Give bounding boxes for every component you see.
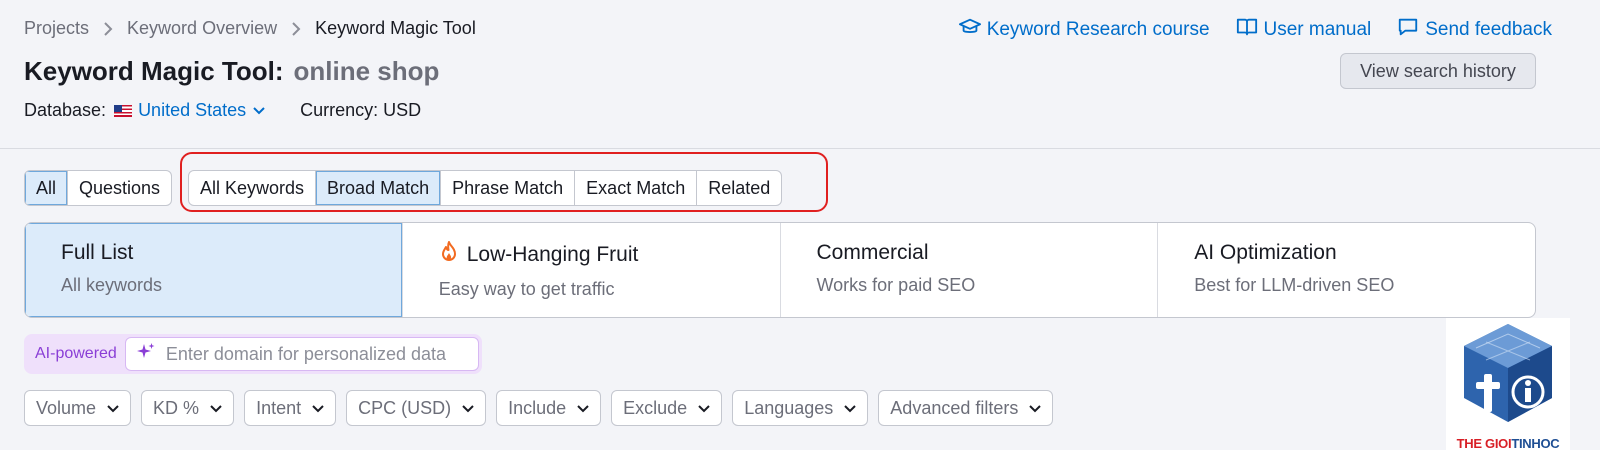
list-type-cards: Full List All keywords Low-Hanging Fruit… <box>24 222 1536 318</box>
chevron-down-icon <box>311 398 325 419</box>
fire-icon <box>439 241 459 269</box>
filter-label: Volume <box>36 397 97 418</box>
header-divider <box>0 148 1600 149</box>
toggle-broad-match[interactable]: Broad Match <box>316 171 442 205</box>
card-title: Full List <box>61 241 134 264</box>
chevron-down-icon <box>461 398 475 419</box>
card-commercial[interactable]: Commercial Works for paid SEO <box>781 223 1159 317</box>
card-subtitle: All keywords <box>61 275 163 295</box>
domain-input-placeholder: Enter domain for personalized data <box>165 343 446 364</box>
filter-kd[interactable]: KD % <box>141 390 235 426</box>
toggle-all-keywords[interactable]: All Keywords <box>189 171 317 205</box>
card-low-hanging-fruit[interactable]: Low-Hanging Fruit Easy way to get traffi… <box>403 223 781 317</box>
feedback-link-label: Send feedback <box>1425 19 1552 40</box>
filter-intent[interactable]: Intent <box>244 390 337 426</box>
chevron-right-icon <box>103 21 113 36</box>
toggle-related[interactable]: Related <box>697 171 781 205</box>
message-icon <box>1397 16 1419 44</box>
filter-include[interactable]: Include <box>496 390 602 426</box>
filter-label: Intent <box>256 397 302 418</box>
toggle-all[interactable]: All <box>25 171 69 205</box>
database-select[interactable]: United States <box>114 100 266 121</box>
currency-label: Currency: USD <box>300 100 422 120</box>
chevron-down-icon <box>576 398 590 419</box>
page-title: Keyword Magic Tool: online shop <box>24 56 439 87</box>
database-label: Database: <box>24 100 107 120</box>
graduation-cap-icon <box>958 16 981 44</box>
us-flag-icon <box>114 104 133 117</box>
filter-bar: Volume KD % Intent CPC (USD) Include Exc… <box>24 390 1054 426</box>
manual-link-label: User manual <box>1263 19 1372 40</box>
tool-name: Keyword Magic Tool: <box>24 56 284 86</box>
sparkle-icon <box>136 342 156 367</box>
filter-label: KD % <box>153 397 200 418</box>
top-links: Keyword Research course User manual Send… <box>958 16 1552 44</box>
search-query: online shop <box>293 56 440 86</box>
ai-domain-box: AI-powered Enter domain for personalized… <box>24 334 482 374</box>
breadcrumb-current: Keyword Magic Tool <box>315 18 476 38</box>
card-title: AI Optimization <box>1194 241 1337 264</box>
chevron-down-icon <box>252 100 266 121</box>
card-subtitle: Best for LLM-driven SEO <box>1194 275 1395 295</box>
card-ai-optimization[interactable]: AI Optimization Best for LLM-driven SEO <box>1158 223 1535 317</box>
ai-powered-label: AI-powered <box>35 345 117 362</box>
filter-label: Languages <box>744 397 834 418</box>
filter-cpc[interactable]: CPC (USD) <box>346 390 487 426</box>
database-row: Database: United States Currency: USD <box>24 100 421 121</box>
card-title-row: Low-Hanging Fruit <box>439 241 744 269</box>
course-link-label: Keyword Research course <box>986 19 1210 40</box>
filter-volume[interactable]: Volume <box>24 390 132 426</box>
chevron-down-icon <box>697 398 711 419</box>
filter-label: Advanced filters <box>890 397 1019 418</box>
card-subtitle: Works for paid SEO <box>816 275 976 295</box>
card-title: Low-Hanging Fruit <box>466 243 639 266</box>
breadcrumb-keyword-overview[interactable]: Keyword Overview <box>127 18 277 39</box>
manual-link[interactable]: User manual <box>1236 16 1372 44</box>
card-full-list[interactable]: Full List All keywords <box>25 223 403 317</box>
breadcrumb-projects[interactable]: Projects <box>24 18 89 39</box>
view-history-button[interactable]: View search history <box>1340 53 1536 89</box>
filter-advanced[interactable]: Advanced filters <box>878 390 1054 426</box>
filter-label: CPC (USD) <box>358 397 452 418</box>
database-value: United States <box>138 100 247 120</box>
chevron-down-icon <box>106 398 120 419</box>
toggle-exact-match[interactable]: Exact Match <box>575 171 698 205</box>
course-link[interactable]: Keyword Research course <box>958 16 1210 44</box>
chevron-right-icon <box>291 21 301 36</box>
card-title: Commercial <box>816 241 929 264</box>
watermark-text: THE GIOITINHOC <box>1456 436 1560 450</box>
card-subtitle: Easy way to get traffic <box>438 279 615 299</box>
filter-exclude[interactable]: Exclude <box>611 390 723 426</box>
breadcrumb: Projects Keyword Overview Keyword Magic … <box>24 18 476 39</box>
chevron-down-icon <box>209 398 223 419</box>
filter-languages[interactable]: Languages <box>732 390 869 426</box>
feedback-link[interactable]: Send feedback <box>1397 16 1552 44</box>
filter-label: Include <box>508 397 567 418</box>
cube-logo-icon <box>1464 324 1552 422</box>
filter-label: Exclude <box>623 397 688 418</box>
book-icon <box>1236 16 1258 44</box>
chevron-down-icon <box>1028 398 1042 419</box>
page-header: Projects Keyword Overview Keyword Magic … <box>0 0 1600 152</box>
toggle-phrase-match[interactable]: Phrase Match <box>441 171 576 205</box>
domain-input[interactable]: Enter domain for personalized data <box>124 337 479 371</box>
chevron-down-icon <box>843 398 857 419</box>
question-toggle: All Questions <box>24 170 173 206</box>
toggle-questions[interactable]: Questions <box>68 171 171 205</box>
match-type-toggle: All Keywords Broad Match Phrase Match Ex… <box>188 170 783 206</box>
watermark-logo: THE GIOITINHOC <box>1446 318 1570 450</box>
